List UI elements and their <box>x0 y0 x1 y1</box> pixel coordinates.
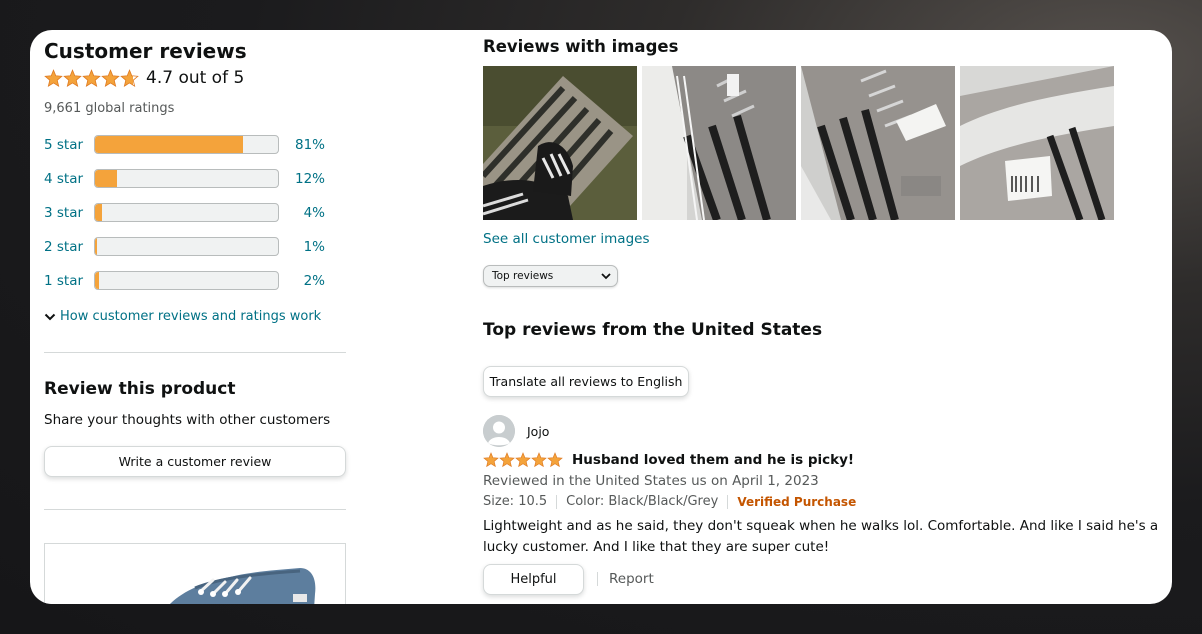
review-meta: Size: 10.5 Color: Black/Black/Grey Verif… <box>483 494 856 509</box>
shoe-photo-image <box>960 66 1114 220</box>
report-group: Report <box>597 571 654 587</box>
histogram-percent[interactable]: 1% <box>304 239 325 255</box>
histogram-bar-fill <box>95 170 117 187</box>
review-image-thumbnail[interactable] <box>642 66 796 220</box>
histogram-row-4[interactable]: 4 star 12% <box>44 168 346 202</box>
shoe-photo-image <box>801 66 955 220</box>
reviewer-profile[interactable]: Jojo <box>483 415 549 447</box>
sponsored-product-image[interactable] <box>44 543 346 604</box>
histogram-label[interactable]: 4 star <box>44 171 83 187</box>
shoe-image <box>45 544 345 604</box>
section-divider <box>44 509 346 510</box>
star-icon <box>101 68 120 87</box>
histogram-bar[interactable] <box>94 169 279 188</box>
shoe-photo-image <box>642 66 796 220</box>
histogram-percent[interactable]: 4% <box>304 205 325 221</box>
translate-reviews-button[interactable]: Translate all reviews to English <box>483 366 689 397</box>
report-separator <box>597 572 598 586</box>
histogram-bar-fill <box>95 204 103 221</box>
reviews-with-images-title: Reviews with images <box>483 37 679 56</box>
helpful-button[interactable]: Helpful <box>483 564 584 595</box>
histogram-label[interactable]: 1 star <box>44 273 83 289</box>
chevron-down-icon <box>601 273 611 280</box>
chevron-down-icon <box>44 313 56 320</box>
average-rating-text: 4.7 out of 5 <box>146 68 245 88</box>
review-image-strip <box>483 66 1114 220</box>
star-icon <box>44 68 63 87</box>
histogram-bar[interactable] <box>94 271 279 290</box>
sort-dropdown[interactable]: Top reviews <box>483 265 618 287</box>
review-image-thumbnail[interactable] <box>483 66 637 220</box>
review-title[interactable]: Husband loved them and he is picky! <box>572 452 854 468</box>
histogram-row-5[interactable]: 5 star 81% <box>44 134 346 168</box>
average-rating-row: 4.7 out of 5 <box>44 67 244 89</box>
meta-separator <box>727 494 729 509</box>
customer-reviews-title: Customer reviews <box>44 39 247 63</box>
sort-selected-value: Top reviews <box>492 270 554 282</box>
write-review-button[interactable]: Write a customer review <box>44 446 346 477</box>
star-icon <box>82 68 101 87</box>
top-reviews-title: Top reviews from the United States <box>483 320 823 340</box>
histogram-percent[interactable]: 12% <box>295 171 325 187</box>
global-ratings-count: 9,661 global ratings <box>44 101 175 116</box>
review-product-title: Review this product <box>44 379 236 399</box>
histogram-bar-fill <box>95 136 244 153</box>
histogram-row-1[interactable]: 1 star 2% <box>44 270 346 304</box>
review-date: Reviewed in the United States us on Apri… <box>483 473 819 489</box>
section-divider <box>44 352 346 353</box>
shoe-photo-image <box>483 66 637 220</box>
histogram-row-3[interactable]: 3 star 4% <box>44 202 346 236</box>
histogram-row-2[interactable]: 2 star 1% <box>44 236 346 270</box>
histogram-bar[interactable] <box>94 237 279 256</box>
star-icon <box>515 452 531 468</box>
histogram-bar-fill <box>95 238 98 255</box>
histogram-bar[interactable] <box>94 203 279 222</box>
reviews-card: Customer reviews 4.7 out of 5 9,661 glob… <box>30 30 1172 604</box>
meta-separator <box>556 494 558 509</box>
review-size: Size: 10.5 <box>483 494 548 509</box>
verified-purchase-badge: Verified Purchase <box>737 494 857 509</box>
review-product-subtitle: Share your thoughts with other customers <box>44 412 331 428</box>
rating-histogram: 5 star 81% 4 star 12% 3 star 4% 2 star 1… <box>44 134 346 304</box>
histogram-bar-fill <box>95 272 99 289</box>
how-reviews-work-link[interactable]: How customer reviews and ratings work <box>44 309 321 324</box>
how-reviews-work-label[interactable]: How customer reviews and ratings work <box>60 309 321 324</box>
histogram-bar[interactable] <box>94 135 279 154</box>
star-icon <box>531 452 547 468</box>
review-image-thumbnail[interactable] <box>960 66 1114 220</box>
histogram-percent[interactable]: 2% <box>304 273 325 289</box>
review-stars <box>483 452 563 468</box>
histogram-percent[interactable]: 81% <box>295 137 325 153</box>
review-body: Lightweight and as he said, they don't s… <box>483 518 1159 555</box>
histogram-label[interactable]: 3 star <box>44 205 83 221</box>
star-icon <box>63 68 82 87</box>
average-stars <box>44 68 139 88</box>
histogram-label[interactable]: 5 star <box>44 137 83 153</box>
star-icon <box>483 452 499 468</box>
star-icon <box>499 452 515 468</box>
star-icon <box>547 452 563 468</box>
see-all-images-link[interactable]: See all customer images <box>483 231 649 247</box>
histogram-label[interactable]: 2 star <box>44 239 83 255</box>
report-link[interactable]: Report <box>609 571 654 587</box>
review-headline-row: Husband loved them and he is picky! <box>483 452 854 468</box>
reviewer-name[interactable]: Jojo <box>527 424 549 439</box>
default-avatar-icon <box>483 415 515 447</box>
star-icon <box>120 68 139 87</box>
avatar[interactable] <box>483 415 515 447</box>
review-color: Color: Black/Black/Grey <box>566 494 719 509</box>
review-image-thumbnail[interactable] <box>801 66 955 220</box>
